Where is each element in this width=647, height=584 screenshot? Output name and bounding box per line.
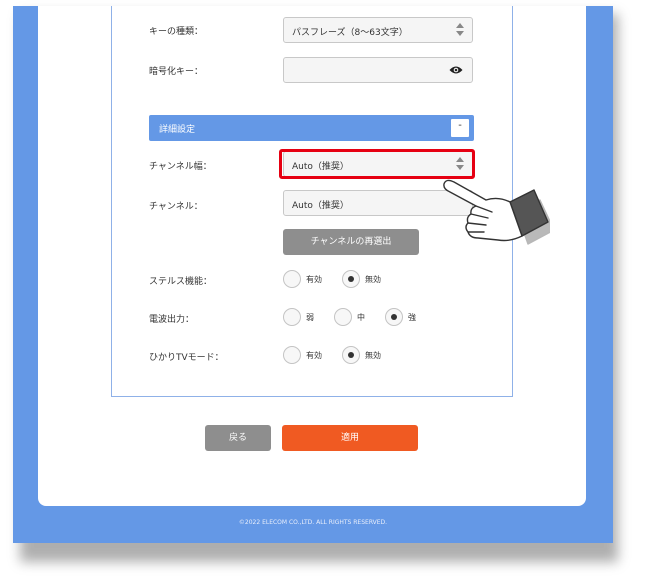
stealth-label: ステルス機能： (149, 277, 213, 287)
channel-label: チャンネル： (149, 202, 203, 212)
power-strong-radio[interactable] (385, 308, 403, 326)
pointing-hand-icon (443, 179, 550, 245)
advanced-settings-title: 詳細設定 (159, 125, 196, 135)
power-strong-label: 強 (408, 313, 416, 322)
power-weak-radio[interactable] (283, 308, 301, 326)
channel-width-label: チャンネル幅： (149, 162, 212, 172)
key-type-value: パスフレーズ（8～63文字） (292, 28, 408, 38)
channel-value: Auto（推奨） (292, 201, 349, 211)
stealth-disable-radio[interactable] (342, 270, 360, 288)
apply-button[interactable]: 適用 (282, 425, 418, 451)
encryption-key-input[interactable] (283, 57, 473, 83)
copyright-footer: ©2022 ELECOM CO.,LTD. ALL RIGHTS RESERVE… (238, 519, 388, 526)
advanced-settings-header[interactable]: 詳細設定 - (149, 115, 474, 141)
encryption-key-label: 暗号化キー： (149, 67, 204, 77)
select-arrows-icon (456, 23, 464, 37)
hikari-tv-label: ひかりTVモード： (149, 353, 224, 363)
collapse-button[interactable]: - (451, 119, 469, 137)
radio-power-label: 電波出力： (149, 315, 195, 325)
key-type-label: キーの種類： (149, 27, 204, 37)
hikari-tv-enable-radio[interactable] (283, 346, 301, 364)
stealth-enable-radio[interactable] (283, 270, 301, 288)
power-weak-label: 弱 (306, 313, 314, 322)
power-medium-radio[interactable] (334, 308, 352, 326)
back-button[interactable]: 戻る (205, 425, 271, 451)
hikari-tv-disable-label: 無効 (365, 351, 381, 360)
reselect-channel-button[interactable]: チャンネルの再選出 (283, 229, 419, 255)
key-type-select[interactable]: パスフレーズ（8～63文字） (283, 17, 473, 43)
power-medium-label: 中 (357, 313, 365, 322)
eye-icon[interactable] (449, 65, 463, 75)
stealth-enable-label: 有効 (306, 275, 322, 284)
stealth-disable-label: 無効 (365, 275, 381, 284)
hikari-tv-disable-radio[interactable] (342, 346, 360, 364)
hikari-tv-enable-label: 有効 (306, 351, 322, 360)
